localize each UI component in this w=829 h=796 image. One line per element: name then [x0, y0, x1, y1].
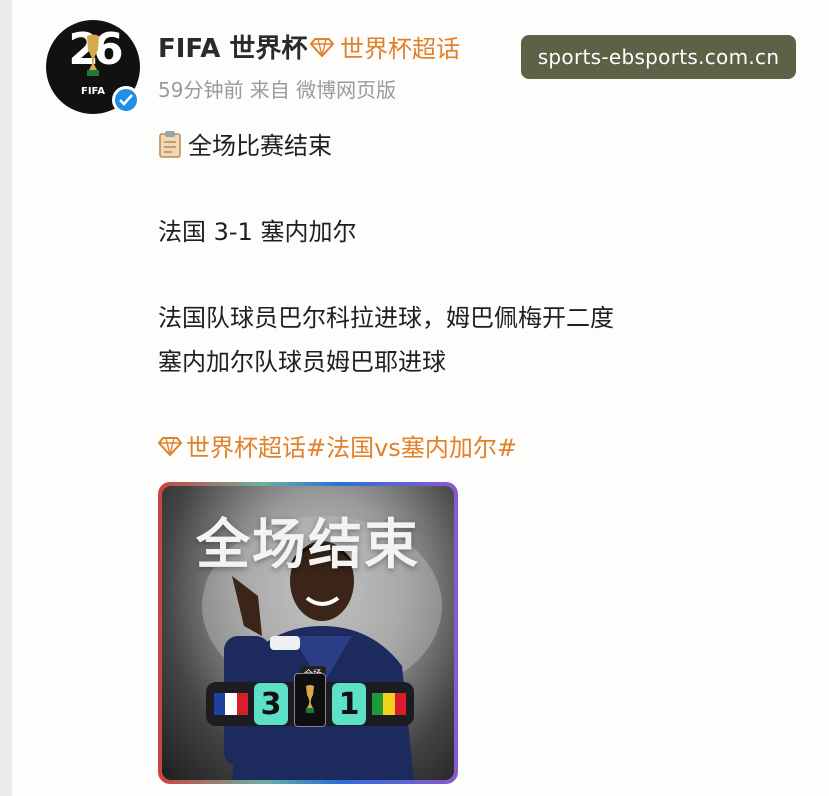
post-meta: 59分钟前 来自 微博网页版 — [158, 78, 397, 102]
hashtags-label: 世界杯超话#法国vs塞内加尔# — [186, 434, 517, 462]
diamond-icon — [158, 436, 182, 456]
trophy-icon — [87, 34, 99, 76]
france-flag-icon — [214, 693, 248, 715]
world-cup-crest-icon — [294, 673, 326, 727]
scoreboard: 3 1 — [206, 673, 414, 727]
diamond-icon — [310, 37, 334, 57]
home-score: 3 — [254, 683, 288, 725]
hashtags-link[interactable]: 世界杯超话#法国vs塞内加尔# — [158, 428, 517, 463]
clipboard-icon — [159, 131, 181, 158]
username[interactable]: FIFA 世界杯 — [158, 28, 307, 65]
senegal-flag-icon — [372, 693, 406, 715]
post-image-content: 全场结束 全场 3 1 — [162, 486, 454, 780]
topic-label: 世界杯超话 — [340, 35, 460, 63]
away-score: 1 — [332, 683, 366, 725]
topic-link[interactable]: 世界杯超话 — [310, 29, 460, 64]
post-line-text: 全场比赛结束 — [188, 132, 332, 160]
verified-badge-icon — [112, 86, 140, 114]
media-title: 全场结束 — [196, 513, 420, 576]
post-line-status: 全场比赛结束 — [158, 126, 332, 161]
post-image[interactable]: 全场结束 全场 3 1 — [158, 482, 458, 784]
post-line-scorers: 法国队球员巴尔科拉进球，姆巴佩梅开二度 — [158, 304, 614, 332]
watermark: sports-ebsports.com.cn — [521, 35, 796, 79]
post-line-scorer-senegal: 塞内加尔队球员姆巴耶进球 — [158, 348, 446, 376]
window-edge — [0, 0, 12, 796]
post-line-score: 法国 3-1 塞内加尔 — [158, 218, 357, 246]
